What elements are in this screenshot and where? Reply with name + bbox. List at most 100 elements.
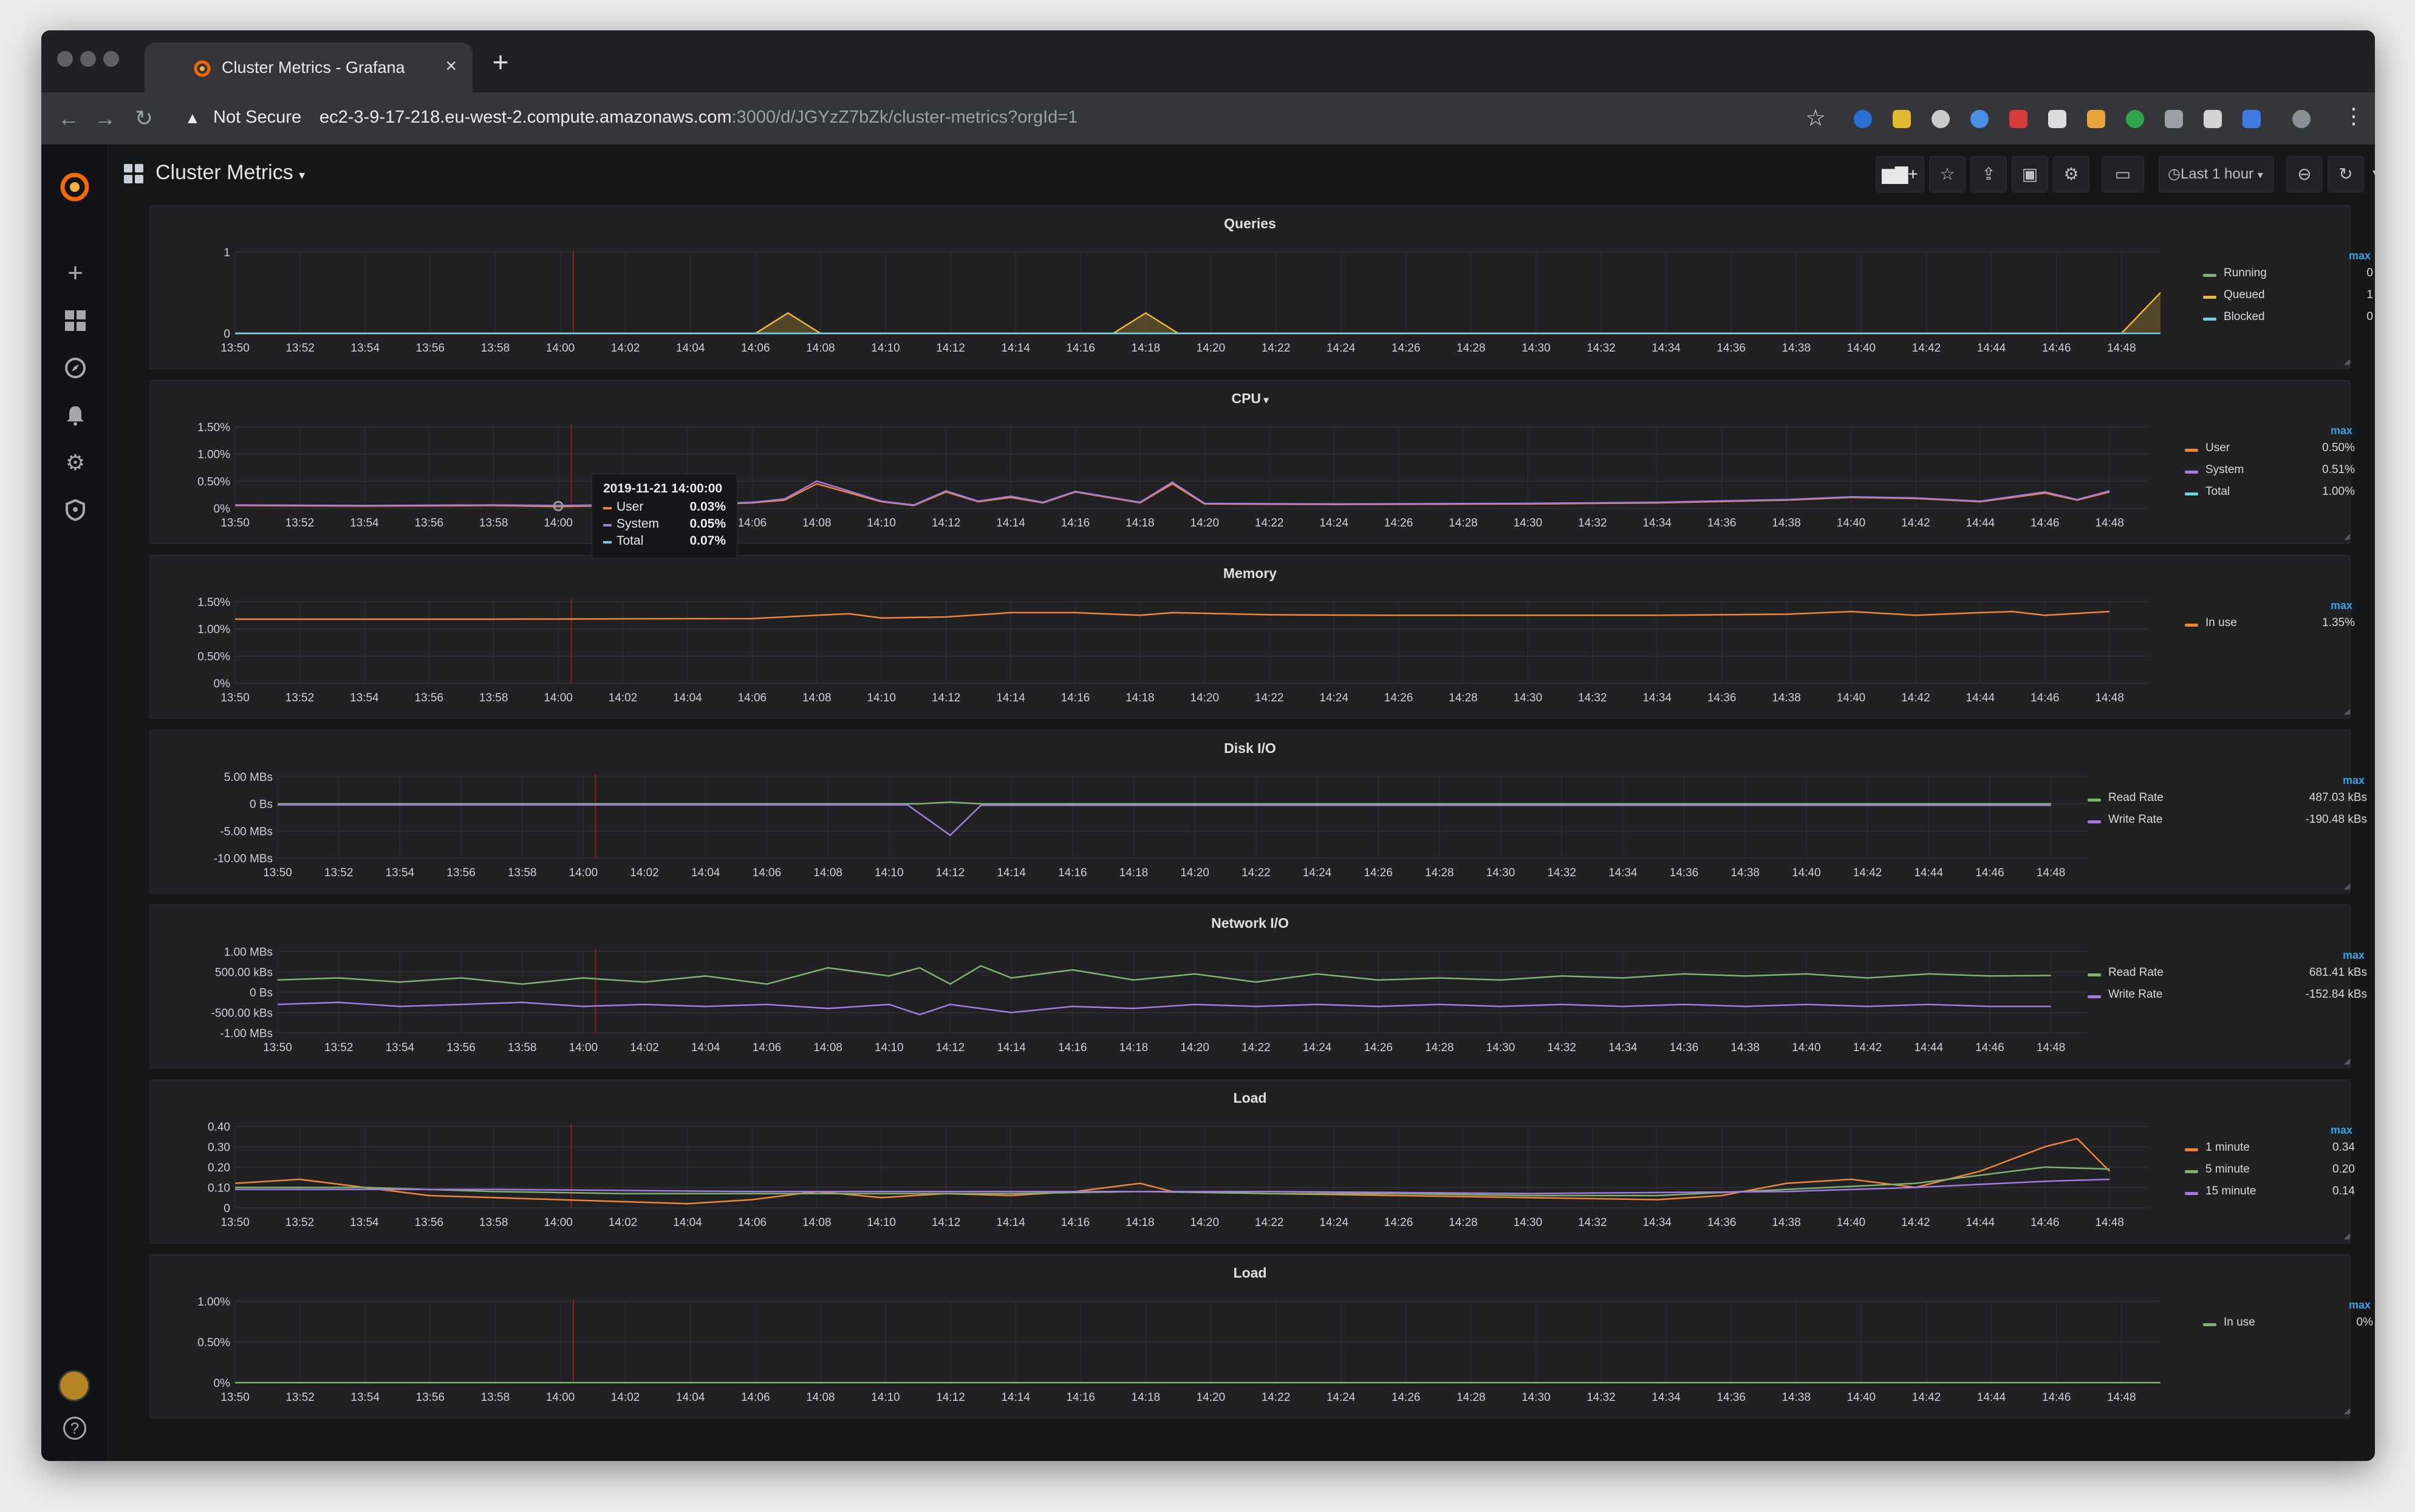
- extension-icon[interactable]: [2204, 110, 2222, 128]
- extension-icon[interactable]: [1932, 110, 1950, 128]
- time-picker-button[interactable]: ◷Last 1 hour ▾: [2159, 156, 2274, 192]
- graph-canvas[interactable]: 1.00 MBs 500.00 kBs 0 Bs -500.00 kBs -1.00 M…: [150, 905, 2351, 1069]
- resize-handle-icon[interactable]: [2345, 1234, 2351, 1240]
- bookmark-star-icon[interactable]: ☆: [1805, 104, 1826, 132]
- extension-icon[interactable]: [2242, 110, 2261, 128]
- star-dashboard-icon[interactable]: ☆: [1929, 156, 1966, 192]
- legend-header-max[interactable]: max: [2349, 250, 2371, 262]
- series-line: [277, 965, 2051, 986]
- create-plus-icon[interactable]: +: [64, 260, 86, 287]
- resize-handle-icon[interactable]: [2345, 359, 2351, 366]
- legend-item[interactable]: 1 minute 0.34 0.18: [2185, 1141, 2375, 1157]
- series-line: [235, 292, 2161, 335]
- extension-icon[interactable]: [2009, 110, 2027, 128]
- y-tick-label: 0 Bs: [250, 799, 273, 811]
- explore-compass-icon[interactable]: [64, 357, 86, 379]
- new-tab-icon[interactable]: +: [483, 45, 518, 79]
- extension-icon[interactable]: [1854, 110, 1872, 128]
- tab-close-icon[interactable]: ×: [445, 55, 457, 77]
- resize-handle-icon[interactable]: [2345, 1059, 2351, 1065]
- legend-item[interactable]: Write Rate -190.48 kBs -299.92 kBs: [2088, 813, 2375, 829]
- save-dashboard-icon[interactable]: ▣: [2012, 156, 2048, 192]
- graph-panel[interactable]: Load 1.00% 0.50% 0% 13:50 13:52 13:54 13:56 13:5…: [149, 1255, 2373, 1419]
- legend-series-name: Blocked: [2224, 310, 2265, 323]
- legend-header-max[interactable]: max: [2349, 1299, 2371, 1312]
- maximize-window-button[interactable]: [103, 51, 119, 67]
- graph-canvas[interactable]: 1.00% 0.50% 0%13:50 13:52 13:54 13:56 13:58 14:…: [150, 1255, 2351, 1419]
- legend-item[interactable]: 15 minute 0.14 0.14: [2185, 1185, 2375, 1200]
- resize-handle-icon[interactable]: [2345, 884, 2351, 890]
- legend-header-max[interactable]: max: [2331, 599, 2352, 612]
- profile-icon[interactable]: [2292, 110, 2311, 128]
- graph-panel[interactable]: Disk I/O 5.00 MBs 0 Bs -5.00 MBs -10.00 MBs 1…: [149, 730, 2367, 894]
- back-icon[interactable]: ←: [55, 104, 83, 132]
- legend-item[interactable]: Blocked00: [2203, 310, 2375, 326]
- server-admin-shield-icon[interactable]: [64, 499, 86, 522]
- dashboard-navbar: Cluster Metrics ▾ ▆▇+ ☆ ⇪ ▣ ⚙ ▭ ◷Last 1 …: [108, 145, 2375, 203]
- graph-panel[interactable]: Memory 1.50% 1.00% 0.50% 0% 13:50 13:52 13:54 13…: [149, 555, 2355, 720]
- x-tick-label: 13:54: [350, 692, 379, 704]
- resize-handle-icon[interactable]: [2345, 709, 2351, 715]
- legend-item[interactable]: Read Rate 681.41 kBs 413.56 kBs: [2088, 966, 2375, 982]
- x-tick-label: 14:22: [1262, 342, 1291, 355]
- share-dashboard-icon[interactable]: ⇪: [1970, 156, 2007, 192]
- reload-icon[interactable]: ↻: [130, 104, 158, 132]
- legend-item[interactable]: In use 1.35% 1.32%: [2185, 616, 2375, 632]
- extension-icon[interactable]: [1970, 110, 1989, 128]
- browser-tab[interactable]: Cluster Metrics - Grafana ×: [145, 43, 473, 92]
- legend-header-max[interactable]: max: [2331, 424, 2352, 437]
- configuration-gear-icon[interactable]: ⚙: [64, 452, 86, 474]
- forward-icon[interactable]: →: [91, 104, 119, 132]
- extension-icon[interactable]: [2165, 110, 2183, 128]
- cycle-view-mode-icon[interactable]: ▭: [2102, 156, 2144, 192]
- legend-item[interactable]: Read Rate 487.03 kBs 0 Bs: [2088, 791, 2375, 807]
- x-tick-label: 13:52: [324, 867, 354, 879]
- dashboard-title[interactable]: Cluster Metrics ▾: [155, 161, 305, 185]
- graph-canvas[interactable]: 1.50%1.00%0.50%0%13:50 13:52 13:54 13:56 13:…: [150, 381, 2351, 545]
- graph-panel[interactable]: Load 0.40 0.30 0.20 0.10 0 13:50 13:52 13:54 13:5…: [149, 1080, 2355, 1244]
- graph-canvas[interactable]: 5.00 MBs 0 Bs -5.00 MBs -10.00 MBs 13:50 13:5…: [150, 730, 2351, 894]
- zoom-out-icon[interactable]: ⊖: [2286, 156, 2323, 192]
- legend-header-max[interactable]: max: [2331, 1124, 2352, 1137]
- extension-icon[interactable]: [1893, 110, 1911, 128]
- grafana-logo-icon[interactable]: [57, 169, 92, 204]
- legend-item[interactable]: Write Rate -152.84 kBs -346.99 kBs: [2088, 988, 2375, 1004]
- legend-item[interactable]: System 0.51% 0.32%: [2185, 463, 2375, 479]
- url-field[interactable]: ec2-3-9-17-218.eu-west-2.compute.amazona…: [319, 107, 1078, 128]
- close-window-button[interactable]: [57, 51, 73, 67]
- resize-handle-icon[interactable]: [2345, 1409, 2351, 1415]
- extension-icon[interactable]: [2048, 110, 2066, 128]
- refresh-interval-chevron-icon[interactable]: ▾: [2364, 156, 2375, 192]
- graph-canvas[interactable]: 1.50%1.00%0.50%0%13:50 13:52 13:54 13:56 13:…: [150, 556, 2351, 720]
- legend-item[interactable]: 5 minute 0.20 0.19: [2185, 1163, 2375, 1179]
- legend-item[interactable]: In use0%0%: [2203, 1316, 2375, 1332]
- security-label[interactable]: Not Secure: [213, 107, 301, 128]
- x-tick-label: 14:24: [1327, 342, 1356, 355]
- legend-item[interactable]: User 0.50% 0.30%: [2185, 441, 2375, 457]
- x-tick-label: 14:00: [544, 517, 573, 530]
- minimize-window-button[interactable]: [80, 51, 96, 67]
- x-tick-label: 14:44: [1966, 692, 1995, 704]
- add-panel-button[interactable]: ▆▇+: [1876, 156, 1924, 192]
- graph-panel[interactable]: Queries 1 0 13:50 13:52 13:54 13:56 13:58 14:00 1…: [149, 205, 2373, 370]
- graph-canvas[interactable]: 0.40 0.30 0.20 0.10 013:50 13:52 13:54 13:56 13:…: [150, 1080, 2351, 1244]
- extension-icon[interactable]: [2126, 110, 2144, 128]
- graph-panel[interactable]: CPU ▾ 1.50% 1.00% 0.50% 0% 13:50 13:52 13:54 13:…: [149, 380, 2355, 545]
- browser-menu-icon[interactable]: ⋮: [2343, 103, 2365, 129]
- refresh-icon[interactable]: ↻: [2328, 156, 2364, 192]
- graph-panel[interactable]: Network I/O 1.00 MBs 500.00 kBs 0 Bs -500.00…: [149, 905, 2367, 1069]
- legend-item[interactable]: Total 1.00% 0.62%: [2185, 485, 2375, 501]
- legend-header-max[interactable]: max: [2343, 949, 2365, 962]
- user-avatar[interactable]: [58, 1370, 90, 1401]
- dashboards-icon[interactable]: [64, 310, 86, 332]
- legend-item[interactable]: Running00: [2203, 267, 2375, 282]
- alerting-bell-icon[interactable]: [64, 404, 86, 426]
- x-tick-label: 13:56: [416, 1391, 445, 1404]
- extension-icon[interactable]: [2087, 110, 2105, 128]
- help-icon[interactable]: ?: [63, 1417, 86, 1440]
- dashboard-settings-icon[interactable]: ⚙: [2053, 156, 2089, 192]
- graph-canvas[interactable]: 1 013:50 13:52 13:54 13:56 13:58 14:00 14:02 14:…: [150, 206, 2351, 370]
- legend-item[interactable]: Queued11: [2203, 288, 2375, 304]
- resize-handle-icon[interactable]: [2345, 534, 2351, 540]
- legend-header-max[interactable]: max: [2343, 774, 2365, 787]
